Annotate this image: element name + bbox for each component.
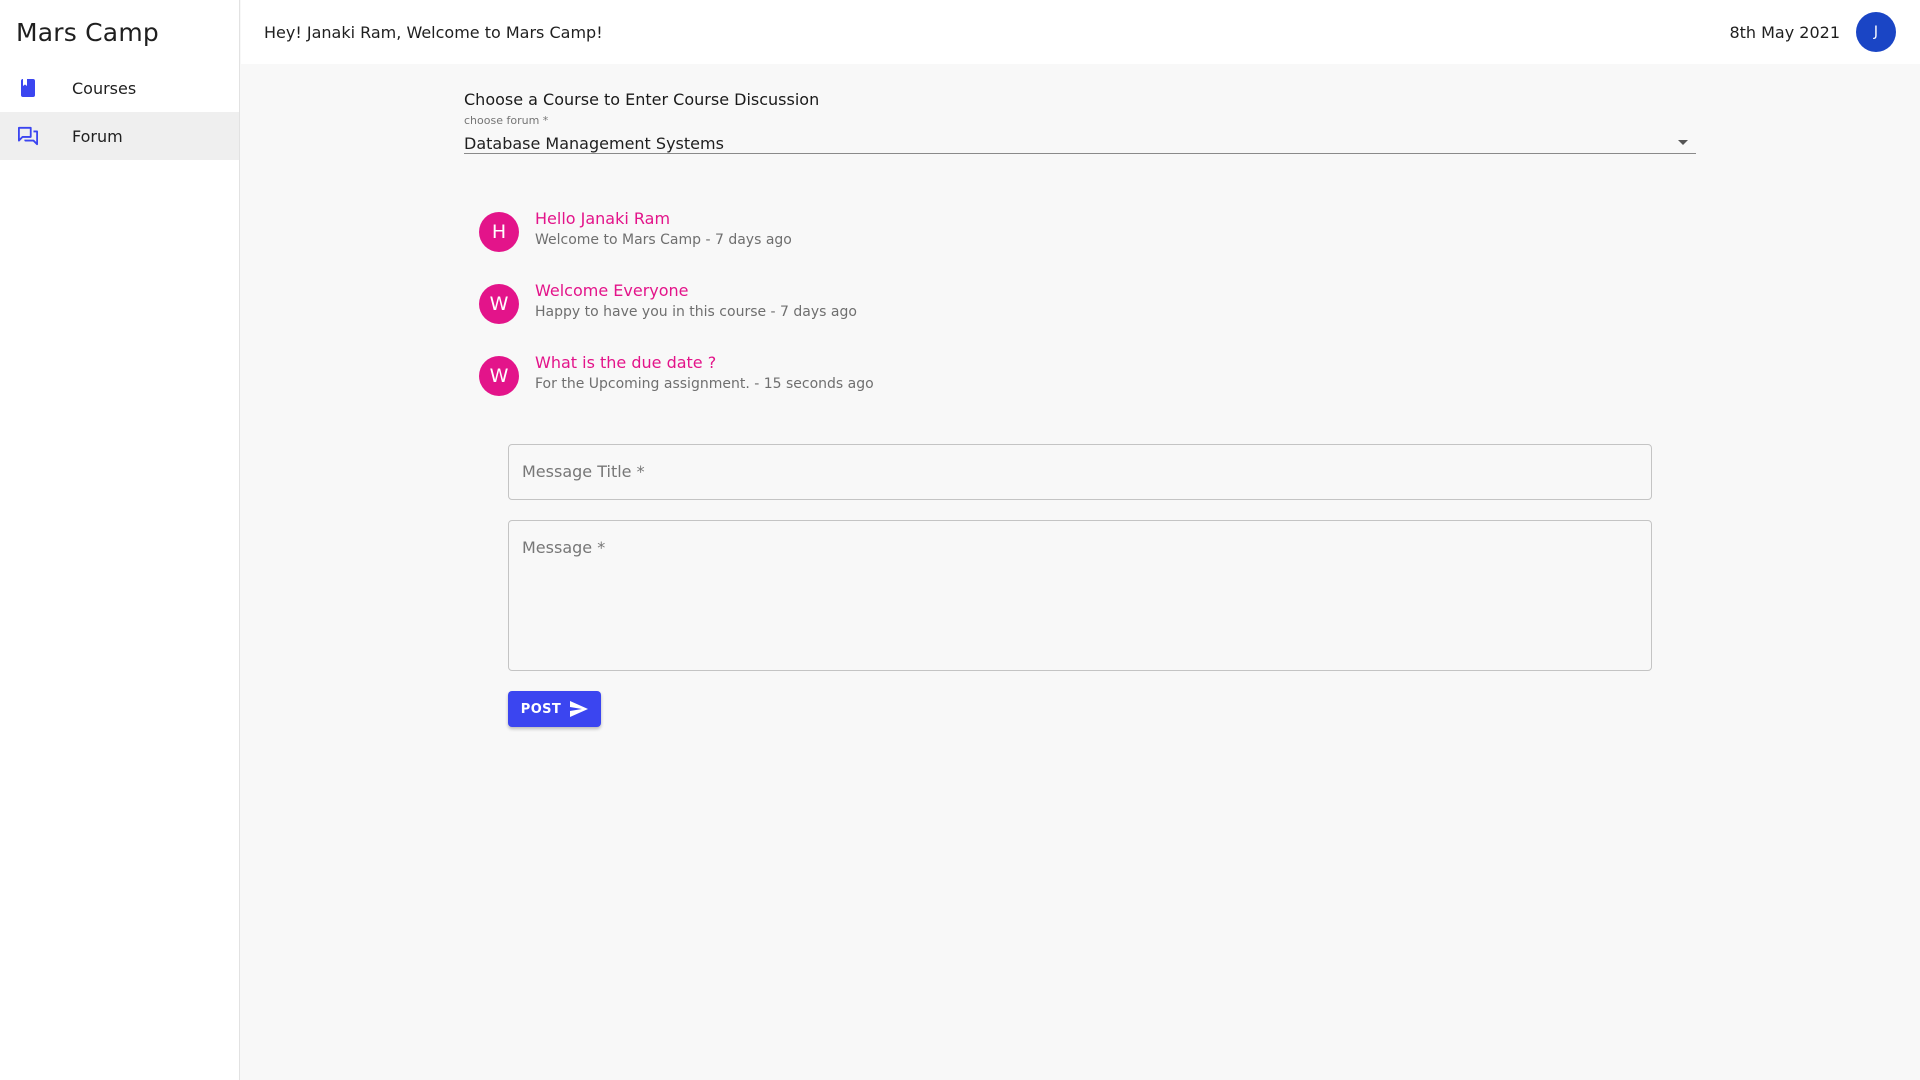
message-title: What is the due date ?: [535, 353, 717, 372]
forum-select[interactable]: choose forum * Database Management Syste…: [464, 114, 1696, 160]
user-avatar[interactable]: J: [1856, 12, 1896, 52]
sidebar-item-courses[interactable]: Courses: [0, 64, 239, 112]
forum-select-label: choose forum *: [464, 114, 549, 127]
message-subtitle: For the Upcoming assignment. - 15 second…: [535, 376, 874, 392]
message-placeholder: Message *: [522, 538, 606, 557]
message-title: Hello Janaki Ram: [535, 209, 671, 228]
forum-select-value: Database Management Systems: [464, 134, 724, 153]
book-icon: [18, 78, 38, 98]
send-icon: [570, 701, 589, 717]
list-item[interactable]: H Hello Janaki Ram Welcome to Mars Camp …: [479, 209, 1379, 284]
post-button-label: POST: [520, 701, 562, 717]
message-title: Welcome Everyone: [535, 281, 689, 300]
message-title-placeholder: Message Title *: [522, 462, 645, 481]
dropdown-arrow-icon: [1678, 140, 1688, 145]
message-avatar: W: [479, 284, 519, 324]
sidebar-item-label: Courses: [72, 78, 137, 98]
message-subtitle: Welcome to Mars Camp - 7 days ago: [535, 232, 792, 248]
app-root: Mars Camp Courses Forum Hey! Janaki Ram,…: [0, 0, 1920, 1080]
message-list: H Hello Janaki Ram Welcome to Mars Camp …: [479, 209, 1379, 428]
message-avatar: H: [479, 212, 519, 252]
page-title: Choose a Course to Enter Course Discussi…: [464, 90, 820, 109]
message-textarea[interactable]: Message *: [508, 520, 1652, 671]
forum-icon: [18, 126, 38, 146]
sidebar: Mars Camp Courses Forum: [0, 0, 240, 1080]
header-right: 8th May 2021 J: [1729, 12, 1896, 52]
app-title: Mars Camp: [16, 17, 159, 47]
message-title-input[interactable]: Message Title *: [508, 444, 1652, 500]
list-item[interactable]: W What is the due date ? For the Upcomin…: [479, 353, 1379, 428]
sidebar-item-forum[interactable]: Forum: [0, 112, 239, 160]
main-content: Choose a Course to Enter Course Discussi…: [241, 64, 1920, 1080]
sidebar-item-label: Forum: [72, 126, 123, 146]
current-date: 8th May 2021: [1729, 22, 1840, 42]
message-subtitle: Happy to have you in this course - 7 day…: [535, 304, 857, 320]
list-item[interactable]: W Welcome Everyone Happy to have you in …: [479, 281, 1379, 356]
post-button[interactable]: POST: [508, 691, 601, 727]
message-avatar: W: [479, 356, 519, 396]
select-underline: [464, 153, 1696, 154]
top-header: Hey! Janaki Ram, Welcome to Mars Camp! 8…: [241, 0, 1920, 64]
greeting-text: Hey! Janaki Ram, Welcome to Mars Camp!: [264, 22, 603, 42]
